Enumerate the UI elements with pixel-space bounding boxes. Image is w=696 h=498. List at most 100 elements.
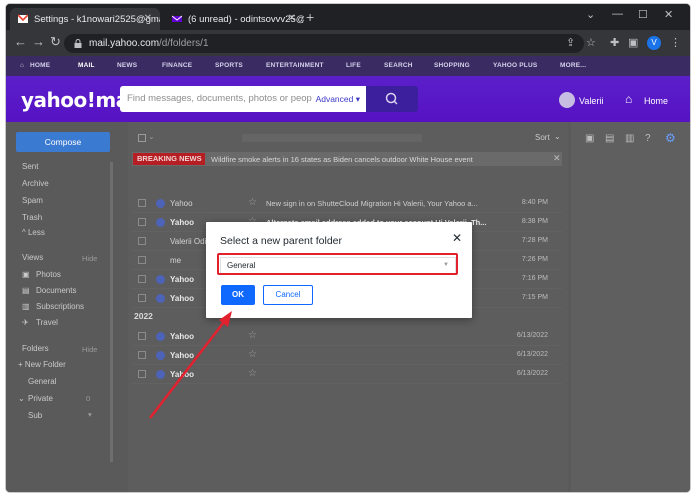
- close-window-icon[interactable]: ✕: [664, 8, 673, 21]
- right-rail: ▣ ▤ ▥ ? ⚙: [571, 122, 690, 492]
- gear-icon[interactable]: ⚙: [665, 131, 676, 145]
- maximize-icon[interactable]: ☐: [638, 8, 648, 21]
- tab-yahoo-mail[interactable]: (6 unread) - odintsovvv25@yah... ✕: [164, 8, 304, 30]
- lock-icon: [74, 39, 82, 48]
- row-checkbox[interactable]: [138, 332, 146, 340]
- user-name[interactable]: Valerii: [579, 96, 603, 106]
- row-checkbox[interactable]: [138, 275, 146, 283]
- row-checkbox[interactable]: [138, 351, 146, 359]
- verified-icon: [156, 275, 165, 284]
- ynav-sports[interactable]: SPORTS: [215, 62, 243, 69]
- ynav-mail[interactable]: MAIL: [78, 62, 95, 69]
- home-icon[interactable]: ⌂: [625, 92, 632, 106]
- search-button[interactable]: [366, 86, 418, 112]
- ynav-entertainment[interactable]: ENTERTAINMENT: [266, 62, 324, 69]
- row-checkbox[interactable]: [138, 294, 146, 302]
- row-checkbox[interactable]: [138, 237, 146, 245]
- sidebar-item-photos[interactable]: Photos: [36, 270, 61, 279]
- row-checkbox[interactable]: [138, 370, 146, 378]
- toolbar-disabled-actions: [242, 134, 422, 142]
- compose-button[interactable]: Compose: [16, 132, 110, 152]
- search-input[interactable]: Find messages, documents, photos or peop…: [120, 86, 366, 112]
- ynav-news[interactable]: NEWS: [117, 62, 137, 69]
- new-folder-button[interactable]: + New Folder: [18, 360, 66, 369]
- home-link[interactable]: Home: [644, 96, 668, 106]
- calendar-icon[interactable]: ▤: [605, 133, 614, 144]
- ynav-life[interactable]: LIFE: [346, 62, 361, 69]
- tab-settings[interactable]: Settings - k1nowari2525@gmail... ✕: [10, 8, 160, 30]
- folder-general[interactable]: General: [28, 377, 56, 386]
- views-hide-link[interactable]: Hide: [82, 254, 97, 263]
- row-checkbox[interactable]: [138, 218, 146, 226]
- chevron-down-icon[interactable]: ⌄: [554, 132, 561, 141]
- documents-icon: ▤: [22, 286, 30, 295]
- folder-private[interactable]: Private: [28, 394, 53, 403]
- back-icon[interactable]: ←: [14, 35, 27, 49]
- tab-title: Settings - k1nowari2525@gmail...: [34, 13, 160, 25]
- close-icon[interactable]: ✕: [452, 232, 462, 244]
- share-icon[interactable]: ⇪: [566, 36, 575, 49]
- sidebar-item-sent[interactable]: Sent: [22, 162, 38, 171]
- folder-sub[interactable]: Sub: [28, 411, 42, 420]
- close-tab-icon[interactable]: ✕: [288, 13, 296, 24]
- advanced-search-button[interactable]: Advanced ▾: [311, 86, 360, 112]
- sidebar-item-subscriptions[interactable]: Subscriptions: [36, 302, 84, 311]
- address-bar[interactable]: mail.yahoo.com/d/folders/1: [64, 34, 584, 53]
- sidebar-item-spam[interactable]: Spam: [22, 196, 43, 205]
- chevron-down-icon[interactable]: ▾: [88, 410, 92, 419]
- ynav-shopping[interactable]: SHOPPING: [434, 62, 470, 69]
- new-tab-button[interactable]: +: [306, 9, 314, 25]
- forward-icon[interactable]: →: [32, 35, 45, 49]
- table-row[interactable]: Yahoo ☆ New sign in on ShutteCloud Migra…: [132, 194, 562, 213]
- row-checkbox[interactable]: [138, 256, 146, 264]
- bookmark-star-icon[interactable]: ☆: [586, 36, 596, 49]
- dialog-title: Select a new parent folder: [220, 235, 342, 247]
- cancel-button[interactable]: Cancel: [263, 285, 313, 305]
- chevron-down-icon[interactable]: ⌄: [148, 132, 155, 141]
- table-row[interactable]: Yahoo ☆ 6/13/2022: [132, 327, 562, 346]
- ynav-more[interactable]: MORE...: [560, 62, 586, 69]
- sidebar-item-archive[interactable]: Archive: [22, 179, 49, 188]
- row-checkbox[interactable]: [138, 199, 146, 207]
- avatar[interactable]: [559, 92, 575, 108]
- ynav-finance[interactable]: FINANCE: [162, 62, 192, 69]
- reload-icon[interactable]: ↻: [50, 35, 61, 49]
- sidebar-item-travel[interactable]: Travel: [36, 318, 58, 327]
- notepad-icon[interactable]: ▥: [625, 133, 634, 144]
- ynav-home[interactable]: HOME: [30, 62, 50, 69]
- minimize-icon[interactable]: —: [612, 8, 623, 20]
- sidebar-less-toggle[interactable]: ^ Less: [22, 228, 45, 237]
- star-icon[interactable]: ☆: [248, 197, 257, 208]
- ynav-yahoo-plus[interactable]: YAHOO PLUS: [493, 62, 537, 69]
- help-icon[interactable]: ?: [645, 133, 651, 144]
- chevron-down-icon[interactable]: ⌄: [18, 394, 25, 403]
- yahoo-top-nav: ⌂ HOME MAIL NEWS FINANCE SPORTS ENTERTAI…: [6, 56, 690, 76]
- verified-icon: [156, 351, 165, 360]
- contacts-icon[interactable]: ▣: [585, 133, 594, 144]
- sidebar-item-documents[interactable]: Documents: [36, 286, 76, 295]
- star-icon[interactable]: ☆: [248, 330, 257, 341]
- select-all-checkbox[interactable]: [138, 134, 146, 142]
- folders-hide-link[interactable]: Hide: [82, 345, 97, 354]
- breaking-news-text[interactable]: Wildfire smoke alerts in 16 states as Bi…: [211, 155, 473, 164]
- menu-icon[interactable]: ⋮: [670, 36, 681, 49]
- search-icon: [385, 92, 398, 105]
- sidebar-scrollbar[interactable]: [110, 162, 113, 462]
- star-icon[interactable]: ☆: [248, 349, 257, 360]
- extensions-icon[interactable]: ✚: [610, 36, 619, 49]
- table-row[interactable]: Yahoo ☆ 6/13/2022: [132, 365, 562, 384]
- close-icon[interactable]: ✕: [553, 153, 561, 164]
- close-tab-icon[interactable]: ✕: [144, 13, 152, 24]
- ok-button[interactable]: OK: [221, 285, 255, 305]
- gmail-icon: [18, 14, 28, 23]
- sidepanel-icon[interactable]: ▣: [628, 36, 638, 49]
- table-row[interactable]: Yahoo ☆ 6/13/2022: [132, 346, 562, 365]
- browser-tab-bar: Settings - k1nowari2525@gmail... ✕ (6 un…: [6, 4, 690, 30]
- sort-button[interactable]: Sort: [535, 133, 550, 142]
- star-icon[interactable]: ☆: [248, 368, 257, 379]
- chevron-down-icon[interactable]: ⌄: [586, 8, 595, 21]
- sidebar-item-trash[interactable]: Trash: [22, 213, 42, 222]
- profile-avatar[interactable]: V: [647, 36, 661, 50]
- ynav-search[interactable]: SEARCH: [384, 62, 413, 69]
- row-sender: Yahoo: [170, 332, 195, 341]
